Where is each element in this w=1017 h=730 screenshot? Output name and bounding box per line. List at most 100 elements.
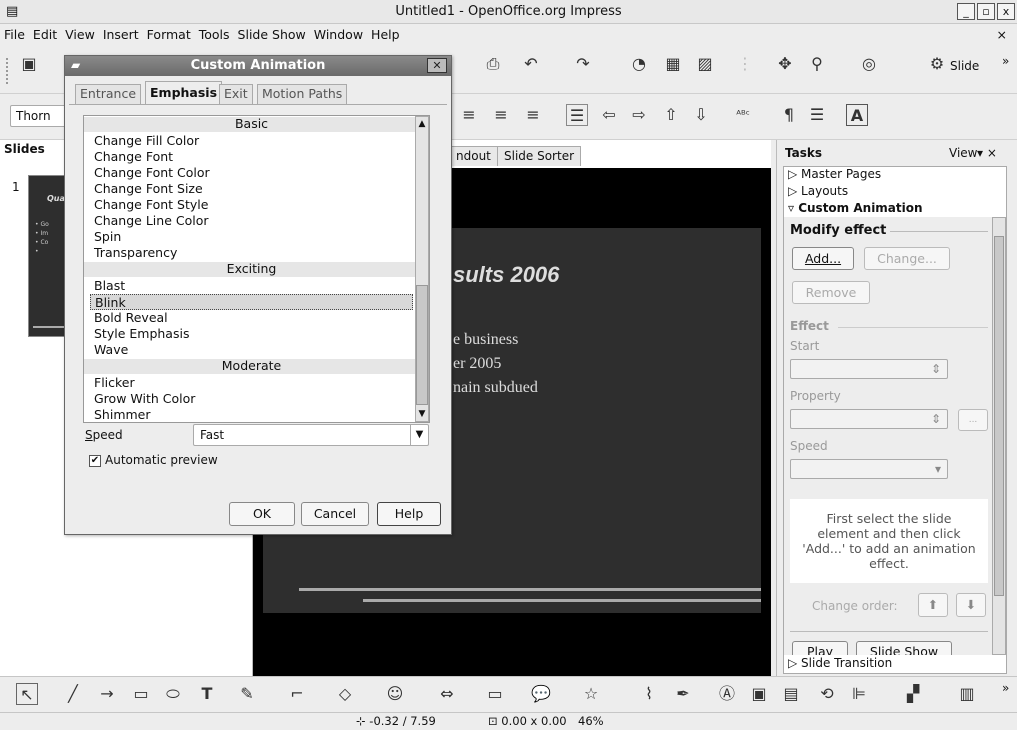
property-select[interactable]: ⇕ xyxy=(790,409,948,429)
dialog-close-icon[interactable]: ✕ xyxy=(427,58,447,73)
redo-icon[interactable]: ↷ xyxy=(572,53,594,75)
symbol-shapes-icon[interactable]: ☺ xyxy=(384,683,406,705)
align-center-icon[interactable]: ≡ xyxy=(490,104,512,126)
spellcheck-icon[interactable]: ᴬᴮᶜ xyxy=(732,104,754,126)
stars-icon[interactable]: ☆ xyxy=(580,683,602,705)
slide-icon[interactable]: ⚙ xyxy=(926,53,948,75)
list-item[interactable]: Change Font Style xyxy=(94,197,208,213)
callouts-icon[interactable]: 💬 xyxy=(530,683,552,705)
document-close-icon[interactable]: × xyxy=(993,24,1011,46)
menu-help[interactable]: Help xyxy=(367,24,404,46)
tab-motion-paths[interactable]: Motion Paths xyxy=(257,84,348,104)
effect-list-scrollbar[interactable]: ▲ ▼ xyxy=(415,116,429,422)
add-effect-button[interactable]: Add... xyxy=(792,247,854,270)
chevron-down-icon[interactable]: ▾ × xyxy=(977,146,997,160)
ok-button[interactable]: OK xyxy=(229,502,295,526)
section-master-pages[interactable]: ▷ Master Pages xyxy=(788,167,881,181)
list-item[interactable]: Change Font xyxy=(94,149,173,165)
list-item[interactable]: Change Font Color xyxy=(94,165,210,181)
list-item-selected[interactable]: Blink xyxy=(90,294,413,310)
zoom-icon[interactable]: ⚲ xyxy=(806,53,828,75)
speed-dropdown[interactable]: Fast ▼ xyxy=(193,424,429,446)
toolbar-overflow-icon[interactable]: » xyxy=(1002,54,1009,68)
section-layouts[interactable]: ▷ Layouts xyxy=(788,184,848,198)
remove-effect-button[interactable]: Remove xyxy=(792,281,870,304)
bullets-icon[interactable]: ☰ xyxy=(566,104,588,126)
menu-insert[interactable]: Insert xyxy=(99,24,143,46)
arrow-line-icon[interactable]: → xyxy=(96,683,118,705)
section-slide-transition[interactable]: ▷ Slide Transition xyxy=(788,656,892,670)
speed-select[interactable]: ▾ xyxy=(790,459,948,479)
demote-icon[interactable]: ⇨ xyxy=(628,104,650,126)
gallery-draw-icon[interactable]: ▤ xyxy=(780,683,802,705)
new-document-icon[interactable]: ▣ xyxy=(18,53,40,75)
effect-list[interactable]: Basic Change Fill Color Change Font Chan… xyxy=(83,115,430,423)
tasks-view-menu[interactable]: View xyxy=(949,146,977,160)
list-item[interactable]: Blast xyxy=(94,278,125,294)
glue-points-icon[interactable]: ✒ xyxy=(672,683,694,705)
tab-exit[interactable]: Exit xyxy=(219,84,253,104)
select-arrow-icon[interactable]: ↖ xyxy=(16,683,38,705)
points-icon[interactable]: ⌇ xyxy=(638,683,660,705)
text-icon[interactable]: T xyxy=(196,683,218,705)
move-down-button[interactable]: ⬇ xyxy=(956,593,986,617)
menu-window[interactable]: Window xyxy=(310,24,367,46)
basic-shapes-icon[interactable]: ◇ xyxy=(334,683,356,705)
list-item[interactable]: Transparency xyxy=(94,245,177,261)
curve-icon[interactable]: ✎ xyxy=(236,683,258,705)
navigator-icon[interactable]: ✥ xyxy=(774,53,796,75)
tab-handout[interactable]: ndout xyxy=(449,146,498,166)
section-custom-animation[interactable]: ▿ Custom Animation xyxy=(788,201,923,215)
property-options-button[interactable]: ... xyxy=(958,409,988,431)
menu-file[interactable]: File xyxy=(0,24,29,46)
menu-format[interactable]: Format xyxy=(143,24,195,46)
list-item[interactable]: Shimmer xyxy=(94,407,151,422)
text-tool-icon[interactable]: A xyxy=(846,104,868,126)
slide-button-label[interactable]: Slide xyxy=(950,59,979,73)
align-left-icon[interactable]: ≡ xyxy=(458,104,480,126)
chart-icon[interactable]: ◔ xyxy=(628,53,650,75)
undo-icon[interactable]: ↶ xyxy=(520,53,542,75)
line-icon[interactable]: ╱ xyxy=(62,683,84,705)
list-item[interactable]: Bold Reveal xyxy=(94,310,168,326)
grid-icon[interactable]: ⋮ xyxy=(734,53,756,75)
from-file-icon[interactable]: ▣ xyxy=(748,683,770,705)
scroll-down-icon[interactable]: ▼ xyxy=(416,407,428,421)
tab-entrance[interactable]: Entrance xyxy=(75,84,142,104)
zoom-level[interactable]: 46% xyxy=(578,714,604,728)
gallery-icon[interactable]: ◎ xyxy=(858,53,880,75)
shadow-icon[interactable]: ▥ xyxy=(956,683,978,705)
cancel-button[interactable]: Cancel xyxy=(301,502,369,526)
chevron-down-icon[interactable]: ▼ xyxy=(410,425,428,445)
list-item[interactable]: Spin xyxy=(94,229,121,245)
font-name-box[interactable]: Thorn xyxy=(10,105,70,127)
list-icon[interactable]: ☰ xyxy=(806,104,828,126)
scroll-thumb[interactable] xyxy=(416,285,428,405)
move-up-button[interactable]: ⬆ xyxy=(918,593,948,617)
help-button[interactable]: Help xyxy=(377,502,441,526)
menu-tools[interactable]: Tools xyxy=(195,24,234,46)
promote-icon[interactable]: ⇦ xyxy=(598,104,620,126)
move-up-icon[interactable]: ⇧ xyxy=(660,104,682,126)
block-arrows-icon[interactable]: ⇔ xyxy=(436,683,458,705)
maximize-button[interactable]: ▫ xyxy=(977,3,995,20)
print-icon[interactable]: ⎙ xyxy=(482,53,504,75)
list-item[interactable]: Grow With Color xyxy=(94,391,195,407)
slide-thumbnail[interactable]: Qua • Go • Im • Co • xyxy=(28,175,69,337)
connector-icon[interactable]: ⌐ xyxy=(286,683,308,705)
fontwork-icon[interactable]: Ⓐ xyxy=(716,683,738,705)
tasks-scrollbar[interactable] xyxy=(992,217,1006,655)
minimize-button[interactable]: _ xyxy=(957,3,975,20)
align-icon[interactable]: ⊫ xyxy=(848,683,870,705)
extrusion-icon[interactable]: ⟲ xyxy=(816,683,838,705)
table-icon[interactable]: ▦ xyxy=(662,53,684,75)
list-item[interactable]: Style Emphasis xyxy=(94,326,189,342)
paragraph-icon[interactable]: ¶ xyxy=(778,104,800,126)
ellipse-icon[interactable]: ⬭ xyxy=(162,683,184,705)
list-item[interactable]: Change Font Size xyxy=(94,181,203,197)
menu-edit[interactable]: Edit xyxy=(29,24,61,46)
move-down-icon[interactable]: ⇩ xyxy=(690,104,712,126)
arrange-icon[interactable]: ▞ xyxy=(902,683,924,705)
change-effect-button[interactable]: Change... xyxy=(864,247,950,270)
menu-slide-show[interactable]: Slide Show xyxy=(234,24,310,46)
